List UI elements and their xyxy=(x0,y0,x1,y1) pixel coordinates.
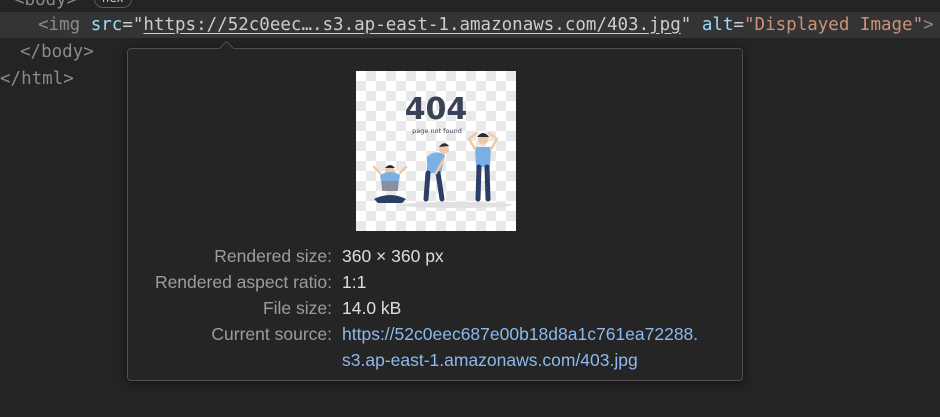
code-line-body-close: </body> xyxy=(20,39,94,65)
src-attr-link[interactable]: https://52c0eec….s3.ap-east-1.amazonaws.… xyxy=(143,15,680,35)
aspect-ratio-label: Rendered aspect ratio: xyxy=(154,272,332,292)
alt-attr-value: Displayed Image xyxy=(754,15,913,35)
preview-not-found-text: page not found xyxy=(412,127,462,135)
current-source-link[interactable]: https://52c0eec687e00b18d8a1c761ea72288.… xyxy=(332,321,698,373)
ground-shadow xyxy=(400,202,512,208)
info-row-aspect-ratio: Rendered aspect ratio: 1:1 xyxy=(128,269,744,295)
flex-badge[interactable]: flex xyxy=(93,0,132,8)
popup-arrow xyxy=(218,40,235,57)
img-tag-open: <img xyxy=(38,15,81,35)
current-source-url-line2[interactable]: s3.ap-east-1.amazonaws.com/403.jpg xyxy=(332,347,698,373)
alt-attr-name: alt xyxy=(701,15,734,35)
rendered-size-label: Rendered size: xyxy=(214,246,332,266)
image-info-list: Rendered size: 360 × 360 px Rendered asp… xyxy=(128,243,744,373)
file-size-value: 14.0 kB xyxy=(342,298,402,318)
info-row-rendered-size: Rendered size: 360 × 360 px xyxy=(128,243,744,269)
not-found-illustration: 404 page not found xyxy=(372,92,512,208)
code-line-img[interactable]: <img src="https://52c0eec….s3.ap-east-1.… xyxy=(0,12,940,38)
standing-person-figure xyxy=(467,131,499,202)
sitting-person-figure xyxy=(372,165,408,203)
info-row-current-source: Current source: https://52c0eec687e00b18… xyxy=(128,321,744,373)
image-hover-popup: 404 page not found Rendered size: 360 × … xyxy=(127,40,744,381)
bending-person-figure xyxy=(423,143,449,202)
rendered-size-value: 360 × 360 px xyxy=(342,246,444,266)
src-attr-name: src xyxy=(90,15,123,35)
html-close-tag: </html> xyxy=(0,69,74,89)
preview-404-text: 404 xyxy=(405,92,468,127)
body-open-tag: <body> xyxy=(14,0,78,10)
current-source-url-line1[interactable]: https://52c0eec687e00b18d8a1c761ea72288. xyxy=(332,321,698,347)
image-preview: 404 page not found xyxy=(356,71,516,231)
aspect-ratio-value: 1:1 xyxy=(342,272,367,292)
info-row-file-size: File size: 14.0 kB xyxy=(128,295,744,321)
body-close-tag: </body> xyxy=(20,42,94,62)
file-size-label: File size: xyxy=(262,298,332,318)
code-line-html-close: </html> xyxy=(0,66,74,92)
current-source-label: Current source: xyxy=(211,324,332,344)
img-tag-close: > xyxy=(923,15,934,35)
